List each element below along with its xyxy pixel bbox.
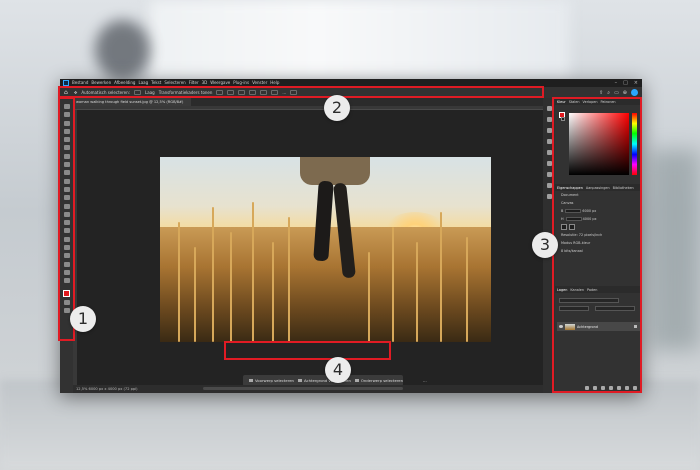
select-subject-button[interactable]: Voorwerp selecteren [249, 378, 294, 383]
grass-stem [368, 252, 370, 342]
grass-stem [252, 202, 254, 342]
comments-panel-icon[interactable] [546, 117, 552, 122]
blurred-desk [0, 380, 700, 470]
callout-badge-2: 2 [324, 95, 350, 121]
paragraph-panel-icon[interactable] [546, 161, 552, 166]
maximize-icon[interactable]: □ [623, 79, 628, 87]
minimize-icon[interactable]: – [615, 79, 618, 87]
blurred-plant [650, 150, 700, 350]
document-tabs: woman walking through field sunset.jpg @… [73, 98, 543, 106]
taskbar-more-button[interactable]: ... [423, 378, 427, 383]
select-object-icon [354, 379, 359, 382]
search-icon[interactable]: ⌕ [607, 90, 610, 96]
glyphs-panel-icon[interactable] [546, 150, 552, 155]
close-icon[interactable]: × [634, 79, 638, 87]
select-subject-label: Voorwerp selecteren [255, 378, 294, 383]
brushes-panel-icon[interactable] [546, 194, 552, 199]
document-image[interactable] [160, 157, 491, 342]
highlight-right-panels [552, 97, 642, 393]
grass-stem [230, 232, 232, 342]
horizontal-scrollbar[interactable] [203, 387, 403, 390]
select-object-label: Onderwerp selecteren [360, 378, 404, 383]
grass-stem [272, 242, 274, 342]
blurred-person [95, 20, 150, 80]
select-object-button[interactable]: Onderwerp selecteren [354, 378, 404, 383]
window-glare [150, 0, 570, 80]
actions-panel-icon[interactable] [546, 128, 552, 133]
share-icon[interactable]: ⇪ [599, 90, 603, 96]
zoom-and-size-readout: 12,5% 6000 px x 4000 px (72 ppi) [76, 387, 138, 391]
highlight-options-bar [58, 86, 544, 98]
highlight-tools-panel [58, 97, 75, 341]
creative-cloud-icon[interactable] [631, 89, 638, 96]
workspace-icon[interactable]: ▭ [614, 90, 619, 96]
highlight-contextual-taskbar [224, 341, 391, 360]
grass-stem [288, 217, 290, 342]
image-coat [300, 157, 370, 185]
grass-stem [194, 247, 196, 342]
libraries-panel-icon[interactable] [546, 183, 552, 188]
grass-stem [178, 222, 180, 342]
grass-stem [392, 227, 394, 342]
history-panel-icon[interactable] [546, 106, 552, 111]
grass-stem [416, 242, 418, 342]
grass-stem [212, 207, 214, 342]
grass-stem [440, 212, 442, 342]
remove-background-icon [297, 379, 302, 382]
character-panel-icon[interactable] [546, 172, 552, 177]
select-subject-icon [249, 379, 253, 382]
callout-badge-1: 1 [70, 306, 96, 332]
share-document-icon[interactable]: ⊕ [623, 90, 627, 96]
document-tab[interactable]: woman walking through field sunset.jpg @… [73, 98, 191, 106]
info-panel-icon[interactable] [546, 139, 552, 144]
callout-badge-4: 4 [325, 357, 351, 383]
status-bar: 12,5% 6000 px x 4000 px (72 ppi) [73, 385, 543, 393]
grass-stem [466, 237, 468, 342]
callout-badge-3: 3 [532, 232, 558, 258]
